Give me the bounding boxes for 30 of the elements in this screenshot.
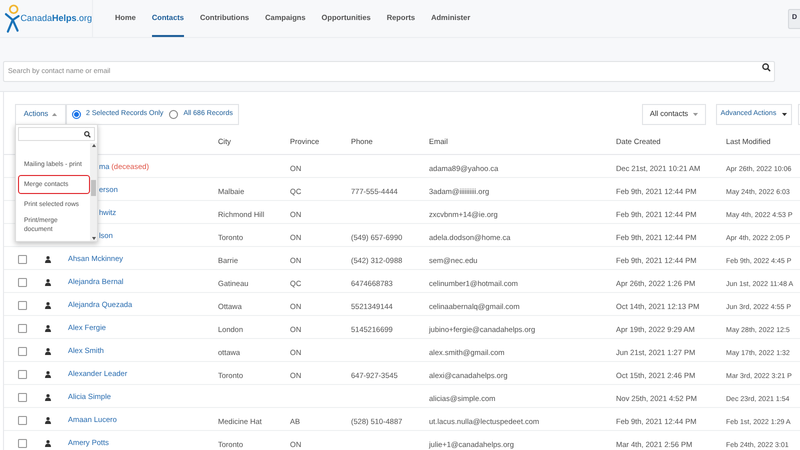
person-icon xyxy=(45,324,51,332)
person-icon xyxy=(45,370,51,378)
person-icon xyxy=(45,302,51,308)
scroll-up-icon[interactable] xyxy=(92,144,96,147)
row-checkbox[interactable] xyxy=(18,324,27,332)
scroll-thumb[interactable] xyxy=(91,180,96,196)
person-icon xyxy=(45,256,51,262)
row-checkbox[interactable] xyxy=(18,300,27,310)
row-checkbox[interactable] xyxy=(18,278,27,286)
caret-down-icon xyxy=(782,112,788,116)
row-checkbox[interactable] xyxy=(18,392,27,402)
scroll-down-icon[interactable] xyxy=(92,237,96,240)
person-icon xyxy=(45,394,51,400)
logo-text[interactable]: CanadaHelps.org xyxy=(20,12,92,26)
menu-search-field[interactable] xyxy=(18,127,95,141)
caret-down-icon xyxy=(693,112,698,116)
row-checkbox[interactable] xyxy=(18,346,27,356)
caret-up-icon xyxy=(52,112,58,116)
person-icon xyxy=(45,440,51,446)
row-checkbox[interactable] xyxy=(18,254,27,264)
row-checkbox[interactable] xyxy=(18,416,27,424)
row-checkbox[interactable] xyxy=(18,438,27,448)
search-icon[interactable] xyxy=(84,130,91,138)
search-icon[interactable] xyxy=(762,63,771,72)
row-checkbox[interactable] xyxy=(18,370,27,378)
logo-figure-icon xyxy=(4,4,22,34)
scrollbar[interactable] xyxy=(90,143,97,241)
person-icon xyxy=(45,416,51,424)
person-icon xyxy=(45,348,51,354)
person-icon xyxy=(45,278,51,286)
